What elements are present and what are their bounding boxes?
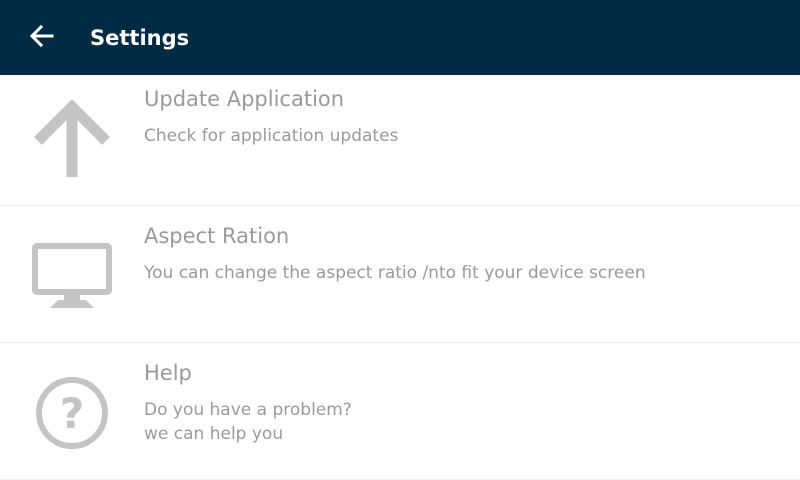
help-circle-icon: ?: [30, 371, 114, 455]
setting-title: Aspect Ration: [144, 224, 290, 248]
setting-item-help[interactable]: ? Help Do you have a problem? we can hel…: [0, 343, 800, 480]
setting-subtitle: You can change the aspect ratio /nto fit…: [144, 263, 646, 283]
arrow-up-icon: [30, 95, 114, 179]
settings-list: Update Application Check for application…: [0, 75, 800, 480]
setting-item-update-application[interactable]: Update Application Check for application…: [0, 75, 800, 206]
app-bar: Settings: [0, 0, 800, 75]
setting-item-aspect-ratio[interactable]: Aspect Ration You can change the aspect …: [0, 206, 800, 343]
page-title: Settings: [90, 26, 190, 50]
setting-subtitle: Do you have a problem? we can help you: [144, 400, 352, 444]
setting-subtitle: Check for application updates: [144, 126, 399, 146]
back-button[interactable]: [22, 18, 62, 58]
monitor-icon: [30, 234, 114, 318]
setting-title: Help: [144, 361, 192, 385]
settings-screen: Settings Update Application Check for ap…: [0, 0, 800, 480]
setting-title: Update Application: [144, 87, 345, 111]
svg-text:?: ?: [60, 389, 84, 438]
arrow-left-icon: [28, 22, 56, 54]
